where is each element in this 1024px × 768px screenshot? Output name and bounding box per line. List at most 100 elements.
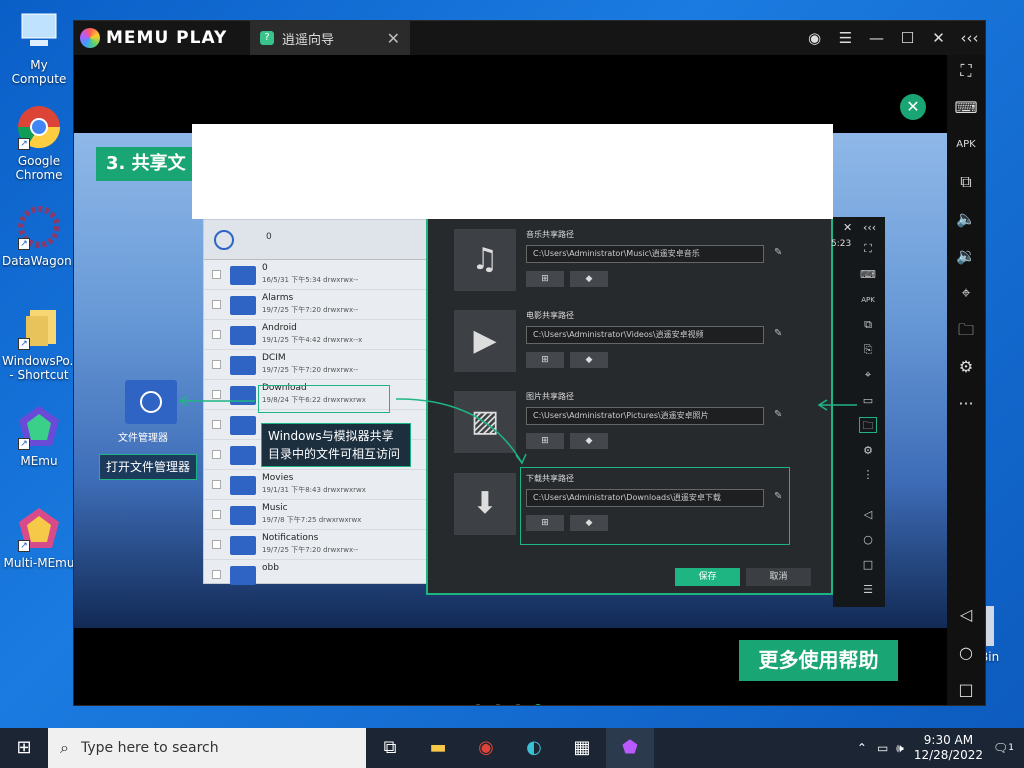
task-view-icon[interactable]: ⧉ xyxy=(366,728,414,768)
edit-path-icon[interactable]: ✎ xyxy=(774,491,782,502)
memu-brand: MEMU PLAY xyxy=(106,28,228,48)
page-dot[interactable] xyxy=(494,704,502,705)
share-path-field[interactable]: C:\Users\Administrator\Videos\逍遥安卓视频 xyxy=(526,326,764,344)
edit-path-icon[interactable]: ✎ xyxy=(774,409,782,420)
close-tab-icon[interactable]: ✕ xyxy=(387,29,400,48)
folder-icon xyxy=(230,416,256,435)
notification-icon[interactable]: 🗨 xyxy=(993,741,1008,755)
desktop-icon-label: MEmu xyxy=(20,454,58,468)
file-manager-circle-icon xyxy=(140,391,162,413)
network-icon[interactable]: ▭ xyxy=(877,741,888,755)
search-icon: ⌕ xyxy=(60,738,69,757)
store-taskbar-icon[interactable]: ▦ xyxy=(558,728,606,768)
folder-icon xyxy=(230,356,256,375)
list-item[interactable]: Alarms 19/7/25 下午7:20 drwxrwx-- xyxy=(204,290,427,320)
file-manager-app-icon[interactable] xyxy=(125,380,177,424)
desktop-icon-windowspo-shortcut[interactable]: ↗ WindowsPo... - Shortcut xyxy=(2,304,81,382)
more-icon[interactable]: ··· xyxy=(953,392,979,416)
list-item[interactable]: Android 19/1/25 下午4:42 drwxrwx--x xyxy=(204,320,427,350)
download-highlight xyxy=(258,385,390,413)
keyboard-icon[interactable]: ⌨ xyxy=(953,96,979,120)
close-guide-icon[interactable]: ✕ xyxy=(900,94,926,120)
open-android-folder-button[interactable]: ◆ xyxy=(570,433,608,449)
desktop-icon-datawagon[interactable]: ↗ DataWagon... xyxy=(2,204,83,268)
start-button[interactable]: ⊞ xyxy=(0,728,48,768)
list-item[interactable]: 0 16/5/31 下午5:34 drwxrwx-- xyxy=(204,260,427,290)
fullscreen-icon[interactable]: ⛶ xyxy=(953,59,979,83)
memu-window: MEMU PLAY ? 逍遥向导 ✕ ◉ ☰ — ☐ ✕ ‹‹‹ ⛶ ⌨ APK… xyxy=(73,20,986,706)
desktop-icon-label: Google Chrome xyxy=(15,154,63,182)
share-label: 电影共享路径 xyxy=(526,311,574,320)
open-windows-folder-button[interactable]: ⊞ xyxy=(526,271,564,287)
location-icon[interactable]: ⌖ xyxy=(953,281,979,305)
open-android-folder-button[interactable]: ◆ xyxy=(570,352,608,368)
clock[interactable]: 9:30 AM 12/28/2022 xyxy=(914,733,983,763)
datawagon-icon: ↗ xyxy=(16,204,62,250)
share-path-field[interactable]: C:\Users\Administrator\Pictures\逍遥安卓照片 xyxy=(526,407,764,425)
open-windows-folder-button[interactable]: ⊞ xyxy=(526,433,564,449)
guide-stage: ✕ 3. 共享文 0 0 16/5/31 下午5:34 drwxrwx-- Ala… xyxy=(74,55,947,705)
volume-icon[interactable]: 🕪 xyxy=(896,741,904,756)
list-item[interactable]: obb xyxy=(204,560,427,590)
share-label: 音乐共享路径 xyxy=(526,230,574,239)
maximize-icon[interactable]: ☐ xyxy=(892,29,923,47)
share-path-field[interactable]: C:\Users\Administrator\Downloads\逍遥安卓下载 xyxy=(526,489,764,507)
desktop-icon-multi-memu[interactable]: ↗ Multi-MEmu xyxy=(2,506,76,570)
home-icon[interactable]: ○ xyxy=(953,641,979,665)
page-dot[interactable] xyxy=(514,704,522,705)
desktop-icon-my-computer[interactable]: My Compute xyxy=(2,8,76,86)
mini-apk-icon: APK xyxy=(861,296,875,304)
apk-icon[interactable]: APK xyxy=(953,133,979,157)
file-explorer-icon[interactable]: ▬ xyxy=(414,728,462,768)
account-icon[interactable]: ◉ xyxy=(799,29,830,47)
clock-date: 12/28/2022 xyxy=(913,748,984,762)
folder-icon xyxy=(230,326,256,345)
folder-icon xyxy=(230,386,256,405)
file-manager-label: 文件管理器 xyxy=(118,433,168,444)
edit-path-icon[interactable]: ✎ xyxy=(774,328,782,339)
page-dot-active[interactable] xyxy=(534,704,542,705)
desktop-icon-memu[interactable]: ↗ MEmu xyxy=(2,404,76,468)
open-android-folder-button[interactable]: ◆ xyxy=(570,515,608,531)
menu-icon[interactable]: ☰ xyxy=(830,29,861,47)
collapse-sidebar-icon[interactable]: ‹‹‹ xyxy=(954,29,985,47)
cancel-button[interactable]: 取消 xyxy=(746,568,811,586)
back-icon[interactable]: ◁ xyxy=(953,603,979,627)
mini-fullscreen-icon: ⛶ xyxy=(864,242,872,255)
download-share-section: ⬇ 下载共享路径 C:\Users\Administrator\Download… xyxy=(454,467,814,545)
memu-taskbar-icon[interactable]: ⬟ xyxy=(606,728,654,768)
minimize-icon[interactable]: — xyxy=(861,29,892,47)
tab-guide[interactable]: ? 逍遥向导 ✕ xyxy=(250,21,410,55)
search-box[interactable]: ⌕ Type here to search xyxy=(48,728,366,768)
folder-share-icon[interactable]: 🗀 xyxy=(953,318,979,342)
open-windows-folder-button[interactable]: ⊞ xyxy=(526,352,564,368)
page-dot[interactable] xyxy=(474,704,482,705)
close-icon[interactable]: ✕ xyxy=(923,29,954,47)
save-button[interactable]: 保存 xyxy=(675,568,740,586)
guide-tab-icon: ? xyxy=(260,31,274,45)
desktop-icon-chrome[interactable]: ↗ Google Chrome xyxy=(2,104,76,182)
chrome-taskbar-icon[interactable]: ◉ xyxy=(462,728,510,768)
system-tray: ⌃ ▭ 🕪 9:30 AM 12/28/2022 🗨 1 xyxy=(857,733,1024,763)
edge-taskbar-icon[interactable]: ◐ xyxy=(510,728,558,768)
more-help-button[interactable]: 更多使用帮助 xyxy=(739,640,898,681)
recents-icon[interactable]: □ xyxy=(953,678,979,702)
tab-guide-label: 逍遥向导 xyxy=(282,32,335,48)
volume-down-icon[interactable]: 🔉 xyxy=(953,244,979,268)
settings-icon[interactable]: ⚙ xyxy=(953,355,979,379)
list-item[interactable]: Notifications 19/7/25 下午7:20 drwxrwx-- xyxy=(204,530,427,560)
volume-up-icon[interactable]: 🔈 xyxy=(953,207,979,231)
open-windows-folder-button[interactable]: ⊞ xyxy=(526,515,564,531)
list-item[interactable]: DCIM 19/7/25 下午7:20 drwxrwx-- xyxy=(204,350,427,380)
search-placeholder: Type here to search xyxy=(80,740,219,756)
folder-icon xyxy=(230,506,256,525)
open-android-folder-button[interactable]: ◆ xyxy=(570,271,608,287)
folder-icon xyxy=(230,446,256,465)
list-item[interactable]: Music 19/7/8 下午7:25 drwxrwxrwx xyxy=(204,500,427,530)
tray-chevron-icon[interactable]: ⌃ xyxy=(857,741,867,755)
window-controls: ◉ ☰ — ☐ ✕ ‹‹‹ xyxy=(799,29,985,47)
edit-path-icon[interactable]: ✎ xyxy=(774,247,782,258)
multi-window-icon[interactable]: ⧉ xyxy=(953,170,979,194)
share-path-field[interactable]: C:\Users\Administrator\Music\逍遥安卓音乐 xyxy=(526,245,764,263)
list-item[interactable]: Movies 19/1/31 下午8:43 drwxrwxrwx xyxy=(204,470,427,500)
